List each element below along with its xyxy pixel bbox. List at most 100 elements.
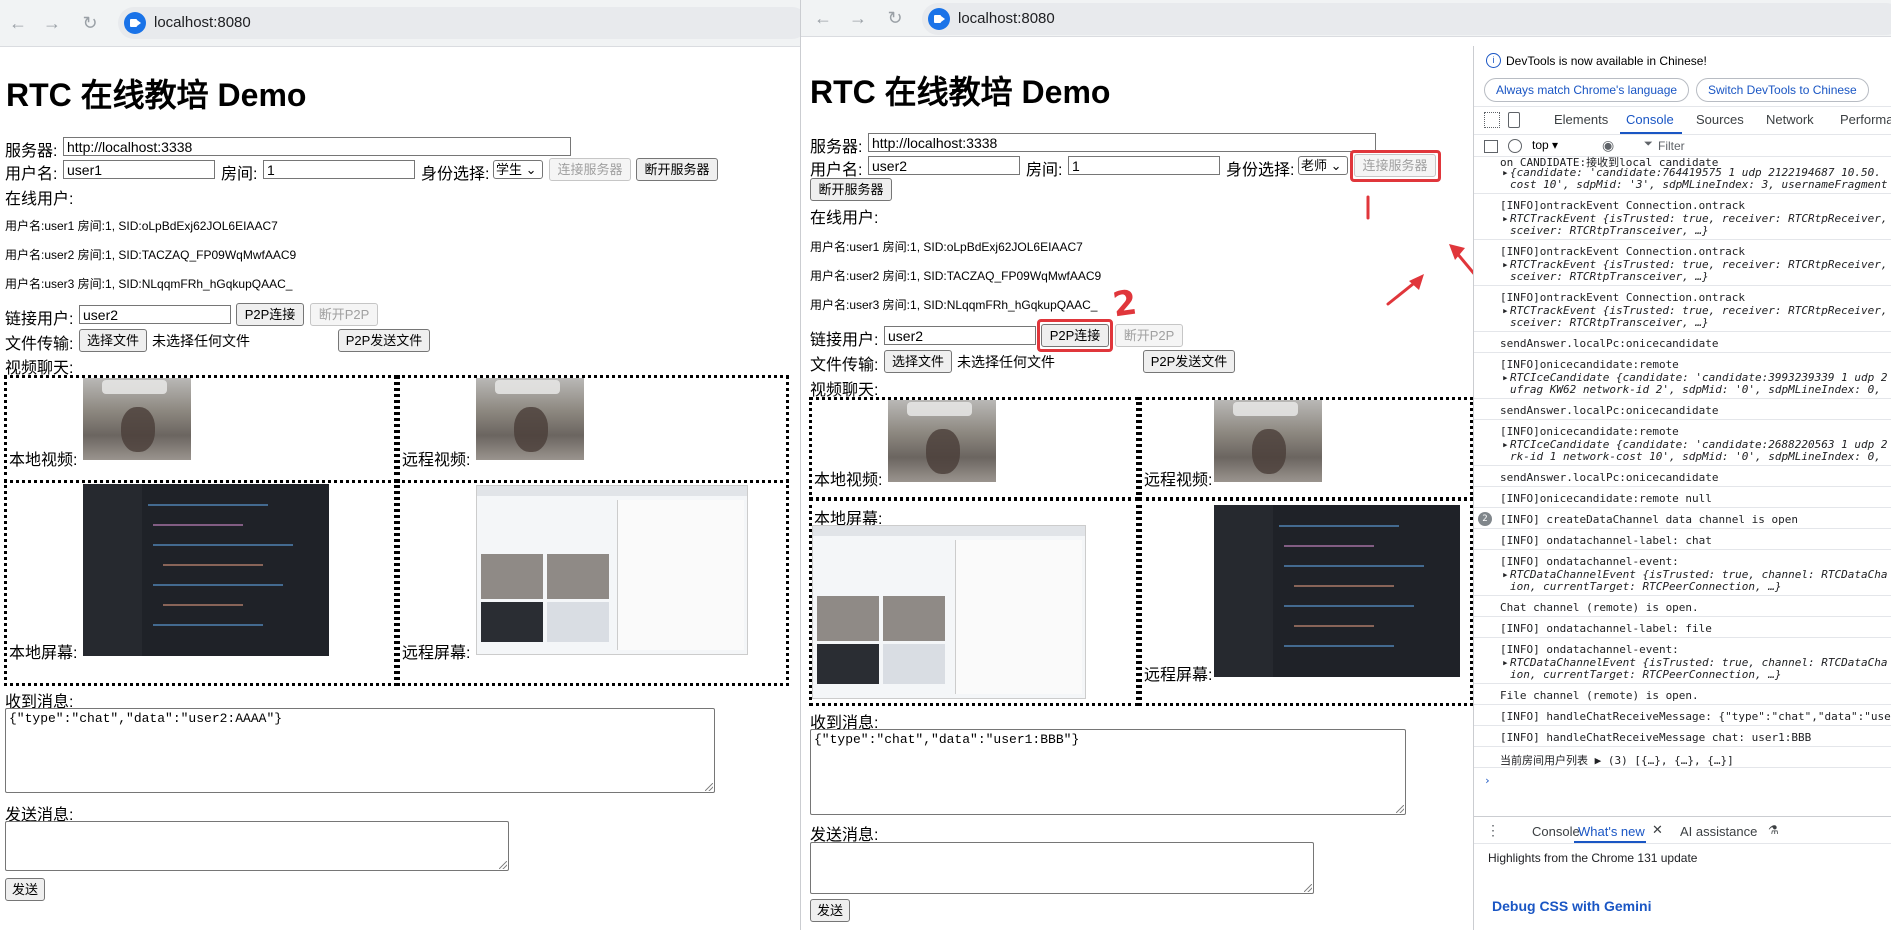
room-input[interactable]: 1 bbox=[1068, 156, 1220, 175]
devtools-panel: i DevTools is now available in Chinese! … bbox=[1473, 46, 1891, 930]
server-input[interactable]: http://localhost:3338 bbox=[868, 133, 1376, 152]
tab-console[interactable]: Console bbox=[1626, 112, 1674, 127]
reload-icon[interactable]: ↻ bbox=[78, 11, 102, 35]
connect-server-highlight bbox=[1350, 150, 1441, 182]
choose-file-button[interactable]: 选择文件 bbox=[884, 350, 952, 373]
annotation-number: 2 bbox=[1110, 282, 1140, 326]
expand-arrow-icon[interactable]: ▸ bbox=[1502, 258, 1509, 271]
back-arrow-icon[interactable]: ← bbox=[811, 6, 835, 30]
remote-screen-share bbox=[476, 485, 748, 655]
forward-arrow-icon[interactable]: → bbox=[846, 6, 870, 30]
tab-elements[interactable]: Elements bbox=[1554, 112, 1608, 127]
role-select[interactable]: 学生 ⌄ bbox=[493, 160, 543, 179]
forward-arrow-icon[interactable]: → bbox=[40, 11, 64, 35]
p2p-connect-button[interactable]: P2P连接 bbox=[236, 303, 304, 326]
received-messages-textarea[interactable]: {"type":"chat","data":"user2:AAAA"} bbox=[5, 708, 715, 793]
close-icon[interactable]: ✕ bbox=[1652, 822, 1663, 838]
console-prompt-icon[interactable]: › bbox=[1484, 774, 1491, 787]
right-address-bar[interactable]: localhost:8080 bbox=[922, 3, 1891, 35]
info-icon: i bbox=[1486, 53, 1501, 68]
left-browser-window: ← → ↻ localhost:8080 RTC 在线教培 Demo 服务器: … bbox=[0, 0, 800, 930]
send-message-textarea[interactable] bbox=[5, 821, 509, 871]
p2p-connect-highlight bbox=[1037, 319, 1113, 352]
username-label: 用户名: bbox=[5, 166, 58, 183]
connect-server-button[interactable]: 连接服务器 bbox=[549, 158, 631, 181]
room-input[interactable]: 1 bbox=[263, 160, 415, 179]
p2p-disconnect-button[interactable]: 断开P2P bbox=[310, 303, 378, 326]
left-address-bar[interactable]: localhost:8080 bbox=[118, 7, 800, 39]
disconnect-server-button[interactable]: 断开服务器 bbox=[636, 158, 718, 181]
page-title: RTC 在线教培 Demo bbox=[6, 77, 307, 113]
expand-arrow-icon[interactable]: ▸ bbox=[1502, 212, 1509, 225]
local-video-cell: 本地视频: bbox=[4, 375, 397, 483]
debug-css-link[interactable]: Debug CSS with Gemini bbox=[1492, 898, 1651, 914]
inspect-element-icon[interactable] bbox=[1484, 112, 1500, 128]
tab-sources[interactable]: Sources bbox=[1696, 112, 1744, 127]
expand-arrow-icon[interactable]: ▸ bbox=[1502, 304, 1509, 317]
disconnect-server-button[interactable]: 断开服务器 bbox=[810, 178, 892, 201]
send-button[interactable]: 发送 bbox=[810, 899, 850, 922]
remote-video-label: 远程视频: bbox=[1144, 472, 1213, 489]
reload-icon[interactable]: ↻ bbox=[883, 6, 907, 30]
link-user-input[interactable]: user2 bbox=[884, 326, 1036, 345]
server-label: 服务器: bbox=[5, 143, 58, 160]
send-button[interactable]: 发送 bbox=[5, 878, 45, 901]
device-toolbar-icon[interactable] bbox=[1508, 112, 1520, 128]
no-file-text: 未选择任何文件 bbox=[957, 354, 1055, 370]
console-line: [INFO]ontrackEvent Connection.ontrack bbox=[1500, 245, 1746, 258]
link-user-label: 链接用户: bbox=[5, 311, 74, 328]
eye-icon[interactable]: ◉ bbox=[1602, 137, 1614, 154]
received-messages-textarea[interactable]: {"type":"chat","data":"user1:BBB"} bbox=[810, 729, 1406, 815]
server-label: 服务器: bbox=[810, 139, 863, 156]
console-line: Chat channel (remote) is open. bbox=[1500, 601, 1699, 614]
choose-file-button[interactable]: 选择文件 bbox=[79, 329, 147, 352]
remote-video bbox=[476, 378, 584, 460]
back-arrow-icon[interactable]: ← bbox=[6, 11, 30, 35]
room-label: 房间: bbox=[1026, 162, 1063, 179]
console-line: 当前房间用户列表 ▶ (3) [{…}, {…}, {…}] bbox=[1500, 754, 1734, 767]
clear-console-icon[interactable] bbox=[1508, 139, 1522, 153]
expand-arrow-icon[interactable]: ▸ bbox=[1502, 568, 1509, 581]
role-label: 身份选择: bbox=[1226, 162, 1295, 179]
remote-video-label: 远程视频: bbox=[402, 452, 471, 469]
expand-arrow-icon[interactable]: ▸ bbox=[1502, 656, 1509, 669]
drawer-tab-ai-assistance[interactable]: AI assistance bbox=[1680, 824, 1757, 839]
devtools-banner-text: DevTools is now available in Chinese! bbox=[1506, 54, 1707, 68]
tab-performance[interactable]: Performa bbox=[1840, 112, 1891, 127]
p2p-send-file-button[interactable]: P2P发送文件 bbox=[338, 329, 430, 352]
send-message-textarea[interactable] bbox=[810, 842, 1314, 894]
username-input[interactable]: user2 bbox=[868, 156, 1020, 175]
console-line: sendAnswer.localPc:onicecandidate bbox=[1500, 404, 1719, 417]
tab-network[interactable]: Network bbox=[1766, 112, 1814, 127]
flask-icon: ⚗ bbox=[1768, 823, 1779, 837]
local-screen-share bbox=[83, 484, 329, 656]
highlights-text: Highlights from the Chrome 131 update bbox=[1488, 851, 1698, 865]
username-input[interactable]: user1 bbox=[63, 160, 215, 179]
expand-arrow-icon[interactable]: ▸ bbox=[1502, 438, 1509, 451]
remote-video-cell: 远程视频: bbox=[397, 375, 789, 483]
role-select[interactable]: 老师 ⌄ bbox=[1298, 156, 1348, 175]
expand-arrow-icon[interactable]: ▸ bbox=[1502, 166, 1509, 179]
link-user-input[interactable]: user2 bbox=[79, 305, 231, 324]
p2p-disconnect-button[interactable]: 断开P2P bbox=[1115, 324, 1183, 347]
console-line: [INFO] ondatachannel-label: chat bbox=[1500, 534, 1712, 547]
drawer-tab-console[interactable]: Console bbox=[1532, 824, 1580, 839]
match-language-button[interactable]: Always match Chrome's language bbox=[1484, 78, 1690, 102]
console-line: sceiver: RTCRtpTransceiver, …} bbox=[1510, 224, 1709, 237]
p2p-send-file-button[interactable]: P2P发送文件 bbox=[1143, 350, 1235, 373]
console-line: [INFO] handleChatReceiveMessage: {"type"… bbox=[1500, 710, 1891, 723]
sidebar-toggle-icon[interactable] bbox=[1484, 140, 1498, 153]
expand-arrow-icon[interactable]: ▸ bbox=[1502, 371, 1509, 384]
console-line: sendAnswer.localPc:onicecandidate bbox=[1500, 471, 1719, 484]
drawer-tab-whats-new[interactable]: What's new bbox=[1578, 824, 1645, 839]
context-select[interactable]: top ▾ bbox=[1532, 138, 1558, 152]
switch-chinese-button[interactable]: Switch DevTools to Chinese bbox=[1696, 78, 1869, 102]
local-video-label: 本地视频: bbox=[814, 472, 883, 489]
filter-input[interactable]: Filter bbox=[1658, 139, 1685, 153]
remote-screen-label: 远程屏幕: bbox=[1144, 667, 1213, 684]
local-video-cell: 本地视频: bbox=[809, 397, 1139, 500]
server-input[interactable]: http://localhost:3338 bbox=[63, 137, 571, 156]
site-camera-icon bbox=[928, 8, 950, 30]
drawer-divider bbox=[1474, 843, 1891, 844]
drawer-menu-icon[interactable]: ⋮ bbox=[1486, 822, 1500, 839]
